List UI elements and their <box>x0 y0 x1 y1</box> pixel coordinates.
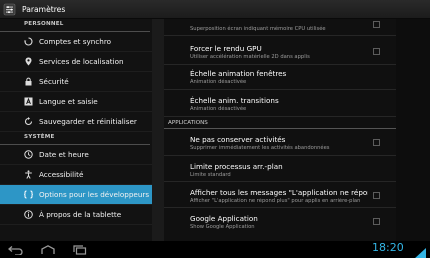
section-header-personal: PERSONNEL <box>0 19 150 32</box>
sidebar-item-label: Sauvegarder et réinitialiser <box>39 117 137 126</box>
home-icon[interactable] <box>40 244 56 255</box>
developer-options-list[interactable]: Superposition écran indiquant mémoire CP… <box>164 19 396 241</box>
pref-summary: Limite standard <box>190 172 231 178</box>
pref-title: Forcer le rendu GPU <box>190 44 262 53</box>
sidebar-item-developer-options[interactable]: Options pour les développeurs <box>0 185 152 205</box>
backup-icon <box>24 117 33 126</box>
language-icon <box>24 97 33 106</box>
pref-google-application[interactable]: Google Application Show Google Applicati… <box>164 208 396 236</box>
location-icon <box>24 57 33 66</box>
sidebar-item-label: Accessibilité <box>39 170 84 179</box>
pane-divider <box>152 19 164 241</box>
pref-show-cpu-usage[interactable]: Superposition écran indiquant mémoire CP… <box>164 19 396 36</box>
accessibility-icon <box>24 170 33 179</box>
pref-summary: Animation désactivée <box>190 106 247 112</box>
sidebar-item-date-time[interactable]: Date et heure <box>0 145 152 165</box>
pref-checkbox[interactable] <box>373 218 380 225</box>
pref-title: Échelle anim. transitions <box>190 96 279 105</box>
pref-checkbox[interactable] <box>373 139 380 146</box>
sidebar-item-label: À propos de la tablette <box>39 210 122 219</box>
app-title: Paramètres <box>22 4 66 14</box>
recent-apps-icon[interactable] <box>72 244 88 255</box>
pref-summary: Supprimer immédiatement les activités ab… <box>190 145 330 151</box>
pref-checkbox[interactable] <box>373 192 380 199</box>
sidebar-item-language[interactable]: Langue et saisie <box>0 92 152 112</box>
lock-icon <box>24 77 33 86</box>
pref-checkbox[interactable] <box>373 48 380 55</box>
pref-summary: Afficher "L'application ne répond plus" … <box>190 198 361 204</box>
sidebar-item-label: Options pour les développeurs <box>39 190 150 199</box>
pref-title: Afficher tous les messages "L'applicatio… <box>190 188 368 197</box>
pref-window-animation-scale[interactable]: Échelle animation fenêtres Animation dés… <box>164 65 396 90</box>
pref-summary: Animation désactivée <box>190 79 247 85</box>
sidebar-item-label: Langue et saisie <box>39 97 98 106</box>
pref-force-gpu-rendering[interactable]: Forcer le rendu GPU Utiliser accélératio… <box>164 36 396 65</box>
settings-app-icon[interactable] <box>3 3 16 16</box>
settings-headers-list[interactable]: PERSONNEL Comptes et synchro Services de… <box>0 19 152 241</box>
sync-icon <box>24 37 33 46</box>
right-margin <box>396 19 430 241</box>
pref-title: Google Application <box>190 214 258 223</box>
pref-summary: Superposition écran indiquant mémoire CP… <box>190 26 326 32</box>
pref-checkbox[interactable] <box>373 21 380 28</box>
developer-icon <box>24 190 33 199</box>
info-icon <box>24 210 33 219</box>
sidebar-item-security[interactable]: Sécurité <box>0 72 152 92</box>
action-bar: Paramètres <box>0 0 430 19</box>
sidebar-item-accounts[interactable]: Comptes et synchro <box>0 32 152 52</box>
back-icon[interactable] <box>8 244 24 255</box>
pref-title: Échelle animation fenêtres <box>190 69 287 78</box>
signal-icon[interactable] <box>414 244 426 258</box>
pref-title: Limite processus arr.-plan <box>190 162 283 171</box>
sidebar-item-label: Comptes et synchro <box>39 37 112 46</box>
pref-title: Ne pas conserver activités <box>190 135 286 144</box>
sidebar-item-about-tablet[interactable]: À propos de la tablette <box>0 205 152 225</box>
status-clock[interactable]: 18:20 <box>372 241 404 254</box>
pref-summary: Show Google Application <box>190 224 255 230</box>
system-bar: 18:20 <box>0 241 430 258</box>
pref-transition-animation-scale[interactable]: Échelle anim. transitions Animation désa… <box>164 90 396 117</box>
pref-background-process-limit[interactable]: Limite processus arr.-plan Limite standa… <box>164 156 396 182</box>
sidebar-item-accessibility[interactable]: Accessibilité <box>0 165 152 185</box>
sidebar-item-location[interactable]: Services de localisation <box>0 52 152 72</box>
sidebar-item-label: Sécurité <box>39 77 69 86</box>
clock-icon <box>24 150 33 159</box>
sidebar-item-label: Services de localisation <box>39 57 124 66</box>
pref-summary: Utiliser accélération matérielle 2D dans… <box>190 54 310 60</box>
pref-show-all-anrs[interactable]: Afficher tous les messages "L'applicatio… <box>164 182 396 208</box>
section-header-system: SYSTÈME <box>0 132 150 145</box>
category-header-applications: APPLICATIONS <box>164 117 396 129</box>
pref-dont-keep-activities[interactable]: Ne pas conserver activités Supprimer imm… <box>164 130 396 156</box>
sidebar-item-label: Date et heure <box>39 150 89 159</box>
sidebar-item-backup[interactable]: Sauvegarder et réinitialiser <box>0 112 152 132</box>
